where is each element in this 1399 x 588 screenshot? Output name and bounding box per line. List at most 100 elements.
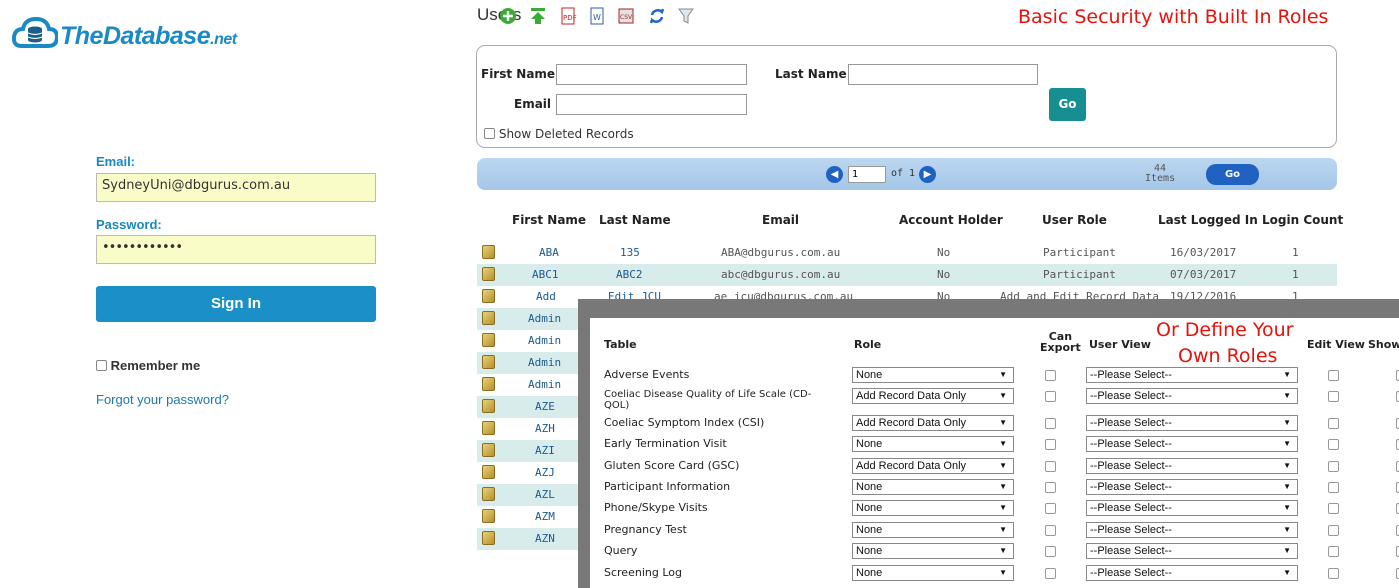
edit-view-checkbox[interactable]: [1328, 503, 1339, 514]
role-select[interactable]: None ▼: [852, 436, 1014, 452]
sign-in-button[interactable]: Sign In: [96, 286, 376, 322]
cell-first-name[interactable]: AZJ: [535, 466, 555, 479]
can-export-checkbox[interactable]: [1045, 503, 1056, 514]
cell-first-name[interactable]: Add: [536, 290, 556, 303]
last-name-input[interactable]: [848, 64, 1038, 85]
column-header-first-name[interactable]: First Name: [512, 213, 586, 227]
word-icon[interactable]: W: [588, 7, 606, 25]
edit-icon[interactable]: [482, 333, 495, 347]
email-search-input[interactable]: [556, 94, 747, 115]
can-export-checkbox[interactable]: [1045, 525, 1056, 536]
edit-view-checkbox[interactable]: [1328, 439, 1339, 450]
can-export-checkbox[interactable]: [1045, 461, 1056, 472]
edit-view-checkbox[interactable]: [1328, 370, 1339, 381]
add-icon[interactable]: [499, 7, 517, 25]
edit-view-checkbox[interactable]: [1328, 546, 1339, 557]
table-row[interactable]: ABA 135 ABA@dbgurus.com.au No Participan…: [477, 242, 1337, 264]
first-name-input[interactable]: [556, 64, 747, 85]
role-select[interactable]: None ▼: [852, 479, 1014, 495]
page-go-button[interactable]: Go: [1206, 164, 1259, 185]
role-select[interactable]: None ▼: [852, 500, 1014, 516]
cell-first-name[interactable]: Admin: [528, 312, 561, 325]
email-field[interactable]: SydneyUni@dbgurus.com.au: [96, 173, 376, 202]
edit-view-checkbox[interactable]: [1328, 391, 1339, 402]
edit-icon[interactable]: [482, 355, 495, 369]
role-select[interactable]: Add Record Data Only ▼: [852, 415, 1014, 431]
cell-first-name[interactable]: Admin: [528, 356, 561, 369]
column-header-email[interactable]: Email: [762, 213, 799, 227]
cell-first-name[interactable]: ABC1: [532, 268, 559, 281]
refresh-icon[interactable]: [648, 7, 666, 25]
edit-icon[interactable]: [482, 377, 495, 391]
cell-first-name[interactable]: AZI: [535, 444, 555, 457]
cell-first-name[interactable]: AZM: [535, 510, 555, 523]
can-export-checkbox[interactable]: [1045, 439, 1056, 450]
column-header-account-holder[interactable]: Account Holder: [899, 213, 1003, 227]
cell-first-name[interactable]: AZH: [535, 422, 555, 435]
user-view-select[interactable]: --Please Select-- ▼: [1086, 543, 1298, 559]
forgot-password-link[interactable]: Forgot your password?: [96, 392, 229, 407]
can-export-checkbox[interactable]: [1045, 391, 1056, 402]
can-export-checkbox[interactable]: [1045, 482, 1056, 493]
user-view-select[interactable]: --Please Select-- ▼: [1086, 458, 1298, 474]
cell-last-name[interactable]: ABC2: [616, 268, 643, 281]
pdf-icon[interactable]: PDF: [559, 7, 577, 25]
edit-icon[interactable]: [482, 421, 495, 435]
edit-view-checkbox[interactable]: [1328, 568, 1339, 579]
user-view-select[interactable]: --Please Select-- ▼: [1086, 565, 1298, 581]
cell-first-name[interactable]: ABA: [539, 246, 559, 259]
edit-icon[interactable]: [482, 465, 495, 479]
cell-first-name[interactable]: Admin: [528, 334, 561, 347]
search-go-button[interactable]: Go: [1049, 88, 1086, 121]
user-view-select[interactable]: --Please Select-- ▼: [1086, 479, 1298, 495]
edit-icon[interactable]: [482, 267, 495, 281]
can-export-checkbox[interactable]: [1045, 370, 1056, 381]
show-deleted-records[interactable]: Show Deleted Records: [484, 127, 634, 141]
can-export-checkbox[interactable]: [1045, 568, 1056, 579]
edit-icon[interactable]: [482, 399, 495, 413]
user-view-select[interactable]: --Please Select-- ▼: [1086, 436, 1298, 452]
cell-first-name[interactable]: AZE: [535, 400, 555, 413]
can-export-checkbox[interactable]: [1045, 418, 1056, 429]
user-view-select[interactable]: --Please Select-- ▼: [1086, 522, 1298, 538]
role-select[interactable]: None ▼: [852, 565, 1014, 581]
column-header-user-role[interactable]: User Role: [1042, 213, 1107, 227]
table-row[interactable]: ABC1 ABC2 abc@dbgurus.com.au No Particip…: [477, 264, 1337, 286]
cell-last-name[interactable]: 135: [620, 246, 640, 259]
edit-icon[interactable]: [482, 487, 495, 501]
user-view-select[interactable]: --Please Select-- ▼: [1086, 415, 1298, 431]
user-view-select[interactable]: --Please Select-- ▼: [1086, 367, 1298, 383]
can-export-checkbox[interactable]: [1045, 546, 1056, 557]
remember-me[interactable]: Remember me: [96, 358, 200, 373]
page-number-input[interactable]: 1: [848, 166, 886, 183]
filter-icon[interactable]: [677, 7, 695, 25]
edit-icon[interactable]: [482, 509, 495, 523]
column-header-last-logged-in[interactable]: Last Logged In: [1158, 213, 1258, 227]
previous-page-icon[interactable]: ◀: [826, 166, 843, 183]
column-header-last-name[interactable]: Last Name: [599, 213, 671, 227]
edit-icon[interactable]: [482, 245, 495, 259]
edit-view-checkbox[interactable]: [1328, 418, 1339, 429]
cell-first-name[interactable]: AZN: [535, 532, 555, 545]
edit-icon[interactable]: [482, 311, 495, 325]
column-header-login-count[interactable]: Login Count: [1262, 213, 1343, 227]
csv-icon[interactable]: CSV: [617, 7, 635, 25]
role-select[interactable]: Add Record Data Only ▼: [852, 388, 1014, 404]
show-deleted-checkbox[interactable]: [484, 128, 495, 139]
edit-view-checkbox[interactable]: [1328, 525, 1339, 536]
remember-me-checkbox[interactable]: [96, 360, 107, 371]
cell-first-name[interactable]: AZL: [535, 488, 555, 501]
user-view-select[interactable]: --Please Select-- ▼: [1086, 388, 1298, 404]
password-field[interactable]: ••••••••••••: [96, 235, 376, 264]
role-select[interactable]: None ▼: [852, 543, 1014, 559]
role-select[interactable]: Add Record Data Only ▼: [852, 458, 1014, 474]
next-page-icon[interactable]: ▶: [919, 166, 936, 183]
role-select[interactable]: None ▼: [852, 367, 1014, 383]
role-select[interactable]: None ▼: [852, 522, 1014, 538]
upload-icon[interactable]: [529, 7, 547, 25]
edit-icon[interactable]: [482, 443, 495, 457]
edit-view-checkbox[interactable]: [1328, 461, 1339, 472]
edit-view-checkbox[interactable]: [1328, 482, 1339, 493]
edit-icon[interactable]: [482, 289, 495, 303]
cell-first-name[interactable]: Admin: [528, 378, 561, 391]
